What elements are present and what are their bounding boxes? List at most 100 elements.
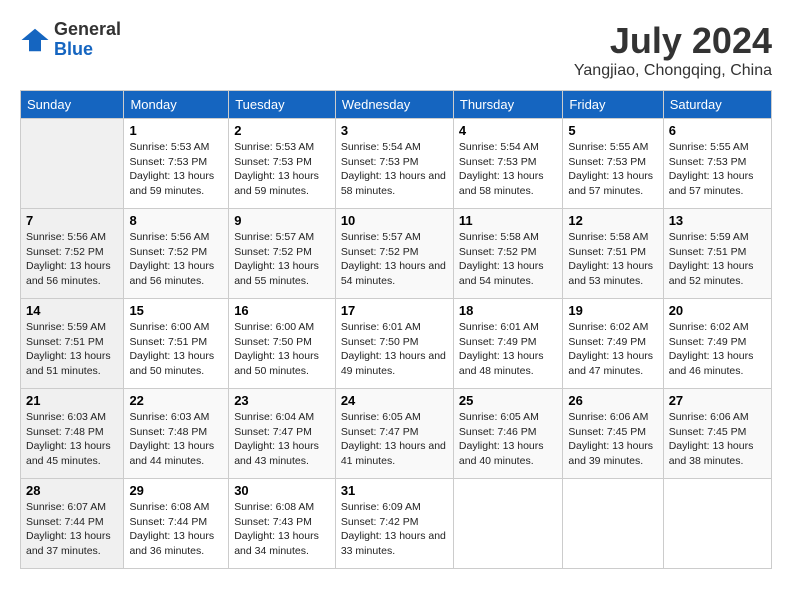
cell-details: Sunrise: 5:55 AMSunset: 7:53 PMDaylight:… — [568, 140, 657, 199]
column-header-tuesday: Tuesday — [229, 91, 336, 119]
calendar-cell: 14 Sunrise: 5:59 AMSunset: 7:51 PMDayligh… — [21, 299, 124, 389]
cell-details: Sunrise: 6:04 AMSunset: 7:47 PMDaylight:… — [234, 410, 330, 469]
day-number: 17 — [341, 303, 448, 318]
cell-details: Sunrise: 5:55 AMSunset: 7:53 PMDaylight:… — [669, 140, 766, 199]
column-header-wednesday: Wednesday — [335, 91, 453, 119]
day-number: 12 — [568, 213, 657, 228]
cell-details: Sunrise: 5:59 AMSunset: 7:51 PMDaylight:… — [26, 320, 118, 379]
calendar-cell: 30 Sunrise: 6:08 AMSunset: 7:43 PMDayligh… — [229, 479, 336, 569]
cell-details: Sunrise: 5:53 AMSunset: 7:53 PMDaylight:… — [234, 140, 330, 199]
cell-details: Sunrise: 6:08 AMSunset: 7:43 PMDaylight:… — [234, 500, 330, 559]
calendar-cell: 15 Sunrise: 6:00 AMSunset: 7:51 PMDayligh… — [124, 299, 229, 389]
day-number: 9 — [234, 213, 330, 228]
column-header-sunday: Sunday — [21, 91, 124, 119]
calendar-cell: 23 Sunrise: 6:04 AMSunset: 7:47 PMDayligh… — [229, 389, 336, 479]
day-number: 2 — [234, 123, 330, 138]
calendar-cell: 19Sunrise: 6:02 AMSunset: 7:49 PMDayligh… — [563, 299, 663, 389]
logo: General Blue — [20, 20, 121, 60]
cell-details: Sunrise: 5:57 AMSunset: 7:52 PMDaylight:… — [234, 230, 330, 289]
calendar-cell: 2 Sunrise: 5:53 AMSunset: 7:53 PMDaylight… — [229, 119, 336, 209]
main-title: July 2024 — [574, 20, 772, 62]
cell-details: Sunrise: 5:54 AMSunset: 7:53 PMDaylight:… — [459, 140, 558, 199]
cell-details: Sunrise: 6:02 AMSunset: 7:49 PMDaylight:… — [669, 320, 766, 379]
subtitle: Yangjiao, Chongqing, China — [574, 62, 772, 80]
calendar-cell — [21, 119, 124, 209]
cell-details: Sunrise: 5:56 AMSunset: 7:52 PMDaylight:… — [129, 230, 223, 289]
cell-details: Sunrise: 5:53 AMSunset: 7:53 PMDaylight:… — [129, 140, 223, 199]
day-number: 6 — [669, 123, 766, 138]
calendar-cell: 21 Sunrise: 6:03 AMSunset: 7:48 PMDayligh… — [21, 389, 124, 479]
cell-details: Sunrise: 5:54 AMSunset: 7:53 PMDaylight:… — [341, 140, 448, 199]
calendar-cell — [663, 479, 771, 569]
calendar-cell: 4Sunrise: 5:54 AMSunset: 7:53 PMDaylight… — [453, 119, 563, 209]
cell-details: Sunrise: 5:56 AMSunset: 7:52 PMDaylight:… — [26, 230, 118, 289]
day-number: 30 — [234, 483, 330, 498]
day-number: 16 — [234, 303, 330, 318]
calendar-cell: 12 Sunrise: 5:58 AMSunset: 7:51 PMDayligh… — [563, 209, 663, 299]
calendar-cell: 24 Sunrise: 6:05 AMSunset: 7:47 PMDayligh… — [335, 389, 453, 479]
calendar-cell: 5 Sunrise: 5:55 AMSunset: 7:53 PMDaylight… — [563, 119, 663, 209]
column-header-saturday: Saturday — [663, 91, 771, 119]
week-row-4: 21 Sunrise: 6:03 AMSunset: 7:48 PMDayligh… — [21, 389, 772, 479]
cell-details: Sunrise: 6:07 AMSunset: 7:44 PMDaylight:… — [26, 500, 118, 559]
day-number: 7 — [26, 213, 118, 228]
week-row-1: 1 Sunrise: 5:53 AMSunset: 7:53 PMDaylight… — [21, 119, 772, 209]
calendar-cell: 22Sunrise: 6:03 AMSunset: 7:48 PMDayligh… — [124, 389, 229, 479]
calendar-cell: 27 Sunrise: 6:06 AMSunset: 7:45 PMDayligh… — [663, 389, 771, 479]
calendar-cell: 13Sunrise: 5:59 AMSunset: 7:51 PMDayligh… — [663, 209, 771, 299]
cell-details: Sunrise: 6:02 AMSunset: 7:49 PMDaylight:… — [568, 320, 657, 379]
cell-details: Sunrise: 6:01 AMSunset: 7:49 PMDaylight:… — [459, 320, 558, 379]
cell-details: Sunrise: 6:00 AMSunset: 7:51 PMDaylight:… — [129, 320, 223, 379]
day-number: 3 — [341, 123, 448, 138]
column-header-monday: Monday — [124, 91, 229, 119]
day-number: 26 — [568, 393, 657, 408]
calendar-body: 1 Sunrise: 5:53 AMSunset: 7:53 PMDaylight… — [21, 119, 772, 569]
logo-icon — [20, 25, 50, 55]
week-row-5: 28Sunrise: 6:07 AMSunset: 7:44 PMDayligh… — [21, 479, 772, 569]
cell-details: Sunrise: 6:06 AMSunset: 7:45 PMDaylight:… — [568, 410, 657, 469]
cell-details: Sunrise: 6:06 AMSunset: 7:45 PMDaylight:… — [669, 410, 766, 469]
calendar-cell: 11 Sunrise: 5:58 AMSunset: 7:52 PMDayligh… — [453, 209, 563, 299]
day-number: 25 — [459, 393, 558, 408]
page-header: General Blue July 2024 Yangjiao, Chongqi… — [20, 20, 772, 80]
calendar-cell: 16 Sunrise: 6:00 AMSunset: 7:50 PMDayligh… — [229, 299, 336, 389]
calendar-cell: 10Sunrise: 5:57 AMSunset: 7:52 PMDayligh… — [335, 209, 453, 299]
cell-details: Sunrise: 5:58 AMSunset: 7:51 PMDaylight:… — [568, 230, 657, 289]
calendar-cell: 8Sunrise: 5:56 AMSunset: 7:52 PMDaylight… — [124, 209, 229, 299]
day-number: 18 — [459, 303, 558, 318]
column-header-row: SundayMondayTuesdayWednesdayThursdayFrid… — [21, 91, 772, 119]
calendar-cell: 17Sunrise: 6:01 AMSunset: 7:50 PMDayligh… — [335, 299, 453, 389]
day-number: 11 — [459, 213, 558, 228]
day-number: 10 — [341, 213, 448, 228]
day-number: 5 — [568, 123, 657, 138]
calendar-cell: 31Sunrise: 6:09 AMSunset: 7:42 PMDayligh… — [335, 479, 453, 569]
cell-details: Sunrise: 6:05 AMSunset: 7:47 PMDaylight:… — [341, 410, 448, 469]
calendar-cell: 1 Sunrise: 5:53 AMSunset: 7:53 PMDaylight… — [124, 119, 229, 209]
day-number: 14 — [26, 303, 118, 318]
title-block: July 2024 Yangjiao, Chongqing, China — [574, 20, 772, 80]
day-number: 21 — [26, 393, 118, 408]
column-header-friday: Friday — [563, 91, 663, 119]
day-number: 1 — [129, 123, 223, 138]
day-number: 22 — [129, 393, 223, 408]
day-number: 24 — [341, 393, 448, 408]
day-number: 13 — [669, 213, 766, 228]
logo-line1: General — [54, 20, 121, 40]
calendar-cell: 28Sunrise: 6:07 AMSunset: 7:44 PMDayligh… — [21, 479, 124, 569]
day-number: 15 — [129, 303, 223, 318]
calendar-cell: 20Sunrise: 6:02 AMSunset: 7:49 PMDayligh… — [663, 299, 771, 389]
calendar-cell: 6 Sunrise: 5:55 AMSunset: 7:53 PMDaylight… — [663, 119, 771, 209]
cell-details: Sunrise: 6:03 AMSunset: 7:48 PMDaylight:… — [26, 410, 118, 469]
cell-details: Sunrise: 6:00 AMSunset: 7:50 PMDaylight:… — [234, 320, 330, 379]
week-row-2: 7 Sunrise: 5:56 AMSunset: 7:52 PMDaylight… — [21, 209, 772, 299]
cell-details: Sunrise: 5:58 AMSunset: 7:52 PMDaylight:… — [459, 230, 558, 289]
calendar-cell: 7 Sunrise: 5:56 AMSunset: 7:52 PMDaylight… — [21, 209, 124, 299]
day-number: 23 — [234, 393, 330, 408]
calendar-cell: 18 Sunrise: 6:01 AMSunset: 7:49 PMDayligh… — [453, 299, 563, 389]
day-number: 27 — [669, 393, 766, 408]
column-header-thursday: Thursday — [453, 91, 563, 119]
calendar-cell — [453, 479, 563, 569]
calendar-cell: 26 Sunrise: 6:06 AMSunset: 7:45 PMDayligh… — [563, 389, 663, 479]
calendar-cell: 25Sunrise: 6:05 AMSunset: 7:46 PMDayligh… — [453, 389, 563, 479]
day-number: 31 — [341, 483, 448, 498]
